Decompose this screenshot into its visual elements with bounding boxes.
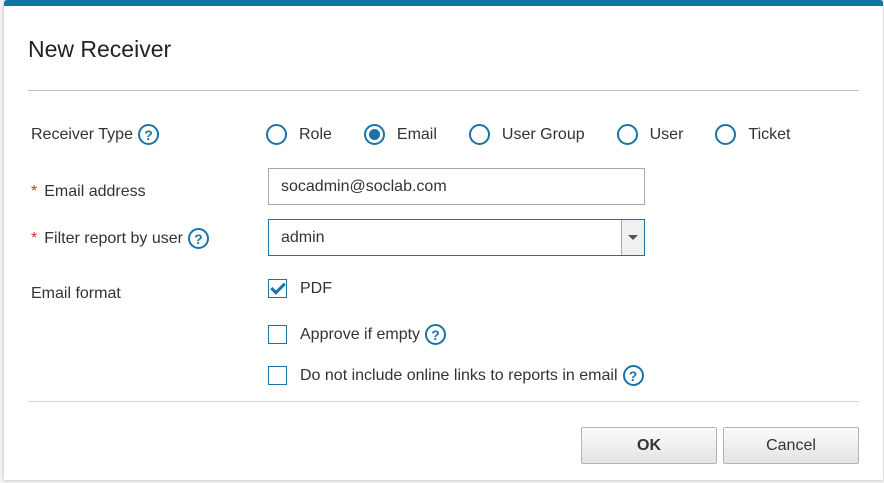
filter-user-help-icon[interactable]: ? xyxy=(187,228,209,249)
radio-email[interactable] xyxy=(363,124,385,145)
radio-ticket-label: Ticket xyxy=(748,125,791,143)
radio-role-label: Role xyxy=(299,125,332,143)
footer-divider xyxy=(28,401,859,402)
receiver-type-label: Receiver Type ? xyxy=(31,124,159,145)
filter-user-selected-value: admin xyxy=(281,228,325,246)
title-divider xyxy=(28,90,859,91)
required-marker: * xyxy=(31,183,38,200)
pdf-label: PDF xyxy=(300,279,332,297)
pdf-option[interactable]: PDF xyxy=(268,279,332,298)
radio-option-user-group[interactable]: User Group xyxy=(468,124,585,145)
radio-option-role[interactable]: Role xyxy=(266,124,332,145)
receiver-type-label-text: Receiver Type xyxy=(31,125,133,143)
chevron-down-icon xyxy=(628,235,638,240)
radio-user-label: User xyxy=(649,125,684,143)
filter-user-dropdown-button[interactable] xyxy=(621,220,644,255)
radio-email-label: Email xyxy=(396,125,437,143)
email-address-input[interactable] xyxy=(268,168,645,205)
radio-option-ticket[interactable]: Ticket xyxy=(715,124,790,145)
radio-ticket[interactable] xyxy=(715,124,737,145)
filter-user-select[interactable]: admin xyxy=(268,219,645,256)
radio-user[interactable] xyxy=(616,124,638,145)
email-address-label: * Email address xyxy=(31,183,146,201)
filter-report-by-user-label: * Filter report by user ? xyxy=(31,228,209,249)
email-format-label: Email format xyxy=(31,285,121,303)
approve-if-empty-option[interactable]: Approve if empty ? xyxy=(268,324,447,345)
radio-option-user[interactable]: User xyxy=(616,124,684,145)
approve-if-empty-checkbox[interactable] xyxy=(268,325,287,344)
dialog-title: New Receiver xyxy=(28,36,172,62)
no-online-links-checkbox[interactable] xyxy=(268,366,287,385)
approve-if-empty-help-icon[interactable]: ? xyxy=(425,324,447,345)
radio-user-group-label: User Group xyxy=(501,125,585,143)
new-receiver-dialog: New Receiver Receiver Type ? Role Email … xyxy=(4,0,883,480)
no-online-links-help-icon[interactable]: ? xyxy=(622,365,644,386)
cancel-button[interactable]: Cancel xyxy=(723,427,859,464)
filter-report-by-user-label-text: Filter report by user xyxy=(44,229,183,247)
email-address-label-text: Email address xyxy=(44,183,146,200)
email-format-label-text: Email format xyxy=(31,285,121,302)
receiver-type-help-icon[interactable]: ? xyxy=(137,124,159,145)
radio-option-email[interactable]: Email xyxy=(363,124,437,145)
radio-user-group[interactable] xyxy=(468,124,490,145)
receiver-type-radio-group: Role Email User Group User Ticket xyxy=(266,124,790,145)
radio-role[interactable] xyxy=(266,124,287,145)
ok-button[interactable]: OK xyxy=(581,427,717,464)
required-marker: * xyxy=(31,229,38,247)
approve-if-empty-label: Approve if empty xyxy=(300,325,421,343)
no-online-links-label: Do not include online links to reports i… xyxy=(300,366,618,384)
pdf-checkbox[interactable] xyxy=(268,279,287,298)
no-online-links-option[interactable]: Do not include online links to reports i… xyxy=(268,365,644,386)
